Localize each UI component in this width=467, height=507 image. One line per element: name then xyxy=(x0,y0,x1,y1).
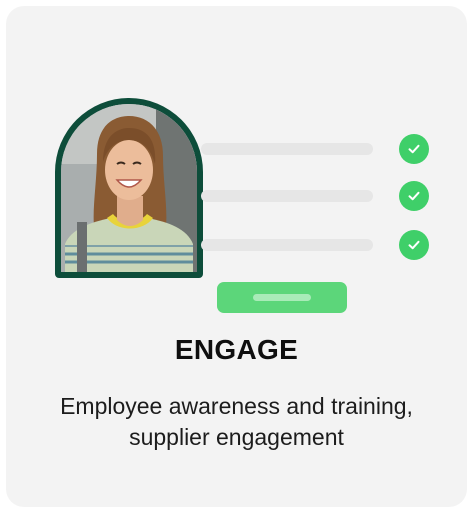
check-icon xyxy=(399,181,429,211)
check-icon xyxy=(399,230,429,260)
placeholder-line-3 xyxy=(201,239,373,251)
avatar xyxy=(55,98,203,278)
card-description: Employee awareness and training, supplie… xyxy=(60,393,413,450)
avatar-photo xyxy=(61,104,197,272)
button-placeholder-label xyxy=(253,294,311,301)
action-button[interactable] xyxy=(217,282,347,313)
placeholder-line-2 xyxy=(201,190,373,202)
engage-card: ENGAGE Employee awareness and training, … xyxy=(6,6,467,507)
card-title: ENGAGE xyxy=(174,334,299,365)
check-icon xyxy=(399,134,429,164)
placeholder-line-1 xyxy=(201,143,373,155)
